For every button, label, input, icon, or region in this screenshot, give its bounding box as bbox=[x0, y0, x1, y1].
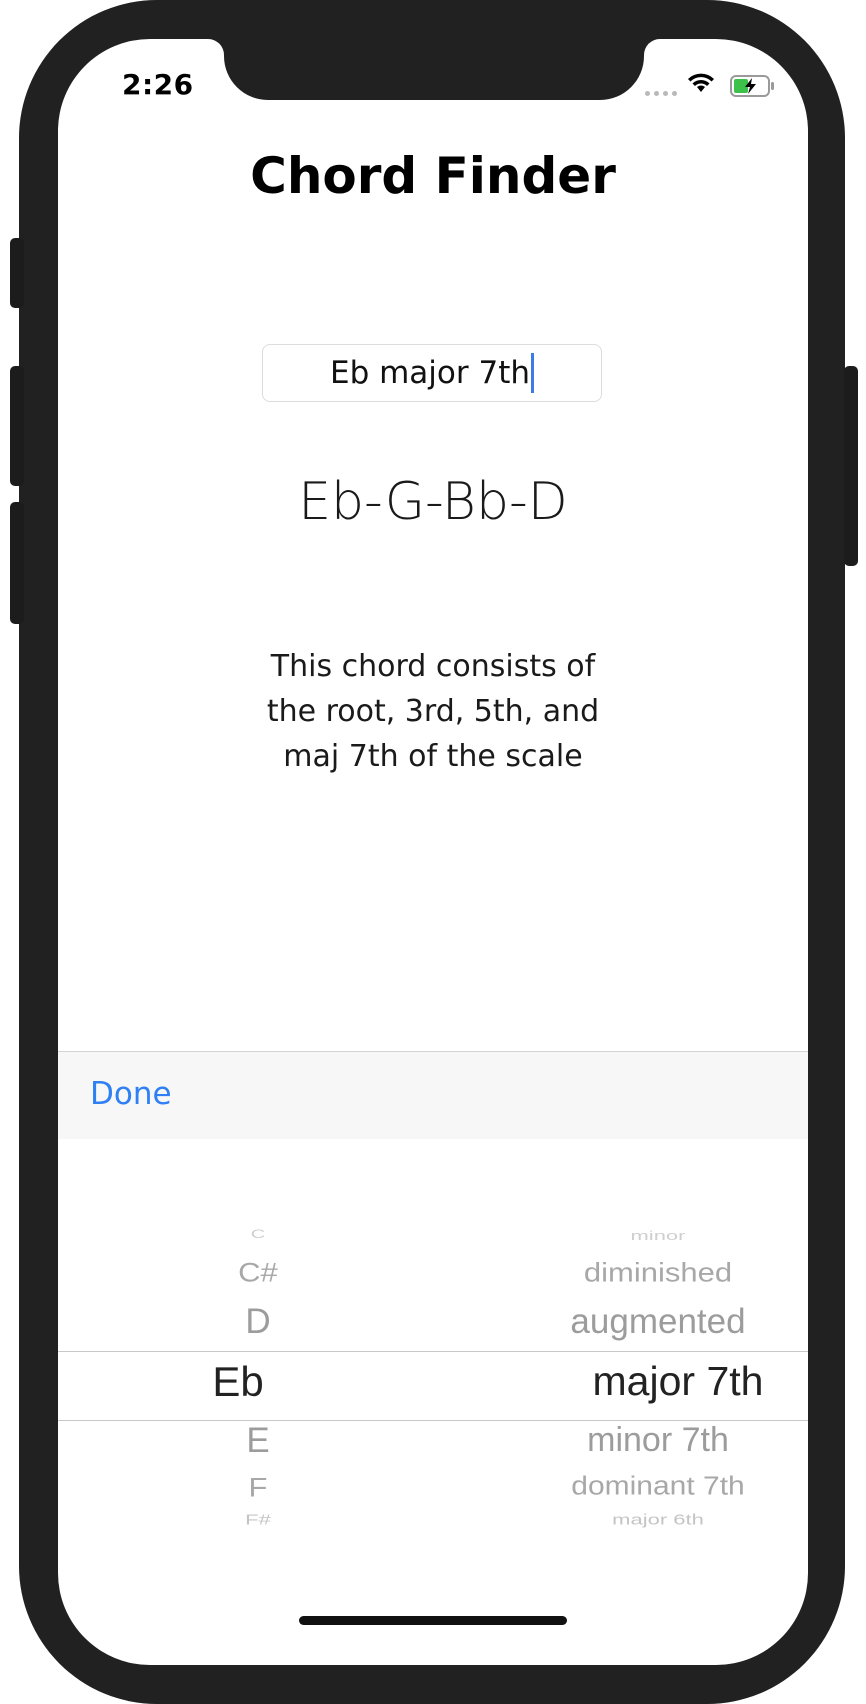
cellular-signal-icon bbox=[645, 91, 677, 96]
picker-row-quality[interactable]: dominant 7th bbox=[458, 1472, 808, 1501]
power-button bbox=[844, 366, 858, 566]
chord-notes: Eb-G-Bb-D bbox=[298, 472, 568, 532]
done-button[interactable]: Done bbox=[90, 1076, 172, 1112]
chord-picker[interactable]: C C# D Eb E F F# minor diminished augmen… bbox=[58, 1139, 808, 1539]
battery-charging-icon bbox=[730, 75, 774, 97]
wifi-icon bbox=[688, 73, 714, 92]
picker-row-root-selected[interactable]: Eb bbox=[168, 1358, 308, 1406]
silent-switch bbox=[10, 238, 24, 308]
picker-row-root[interactable]: F bbox=[188, 1473, 328, 1504]
screen: 2:26 Chord Finder Eb major 7th Eb-G-Bb-D… bbox=[58, 39, 808, 1665]
picker-row-quality[interactable]: diminished bbox=[458, 1258, 808, 1289]
picker-row-quality[interactable]: augmented bbox=[458, 1302, 808, 1342]
picker-row-quality[interactable]: minor 7th bbox=[458, 1421, 808, 1460]
picker-row-quality[interactable]: major 6th bbox=[458, 1511, 808, 1528]
chord-input[interactable]: Eb major 7th bbox=[262, 344, 602, 402]
volume-up-button bbox=[10, 366, 24, 486]
home-indicator[interactable] bbox=[299, 1616, 567, 1625]
picker-row-root[interactable]: E bbox=[188, 1421, 328, 1461]
text-cursor bbox=[531, 352, 535, 393]
picker-row-root[interactable]: C# bbox=[188, 1258, 328, 1289]
picker-row-root[interactable]: D bbox=[188, 1302, 328, 1342]
picker-row-quality[interactable]: minor bbox=[458, 1228, 808, 1244]
notch bbox=[224, 39, 644, 100]
page-title: Chord Finder bbox=[250, 147, 616, 205]
chord-input-value: Eb major 7th bbox=[329, 355, 531, 391]
picker-row-quality-selected[interactable]: major 7th bbox=[478, 1358, 808, 1405]
keyboard-toolbar: Done bbox=[58, 1051, 808, 1139]
picker-row-root[interactable]: F# bbox=[188, 1511, 328, 1528]
volume-down-button bbox=[10, 502, 24, 624]
picker-row-root[interactable]: C bbox=[188, 1228, 328, 1242]
status-time: 2:26 bbox=[122, 68, 194, 101]
chord-description: This chord consists of the root, 3rd, 5t… bbox=[266, 649, 600, 774]
